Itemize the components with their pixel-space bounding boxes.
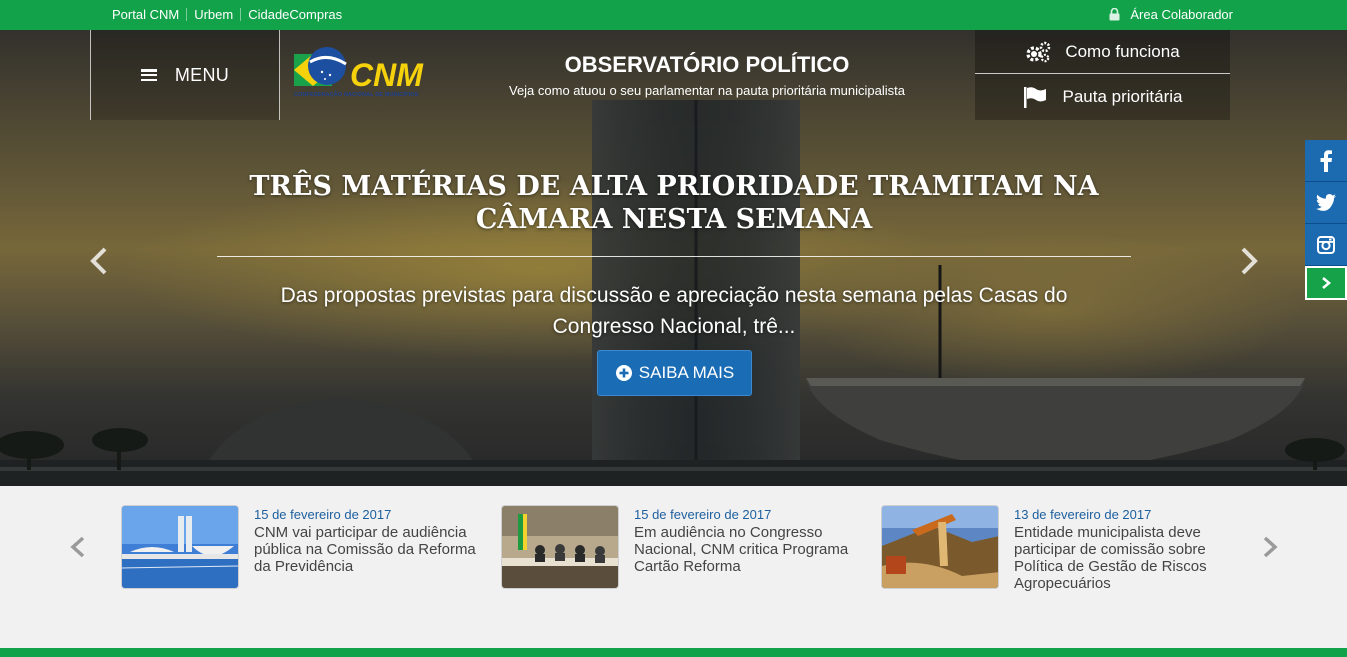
link-cidadecompras[interactable]: CidadeCompras [248, 7, 342, 22]
hero-banner: MENU CNM CONFEDERAÇÃO NACIONAL DE MUNICÍ… [0, 30, 1347, 486]
news-thumbnail [881, 505, 999, 589]
twitter-button[interactable] [1305, 182, 1347, 224]
cnm-logo-mark: CNM [294, 47, 424, 93]
footer-bar [0, 648, 1347, 657]
social-toggle-button[interactable] [1305, 266, 1347, 300]
menu-button[interactable]: MENU [90, 30, 280, 120]
pauta-prioritaria-button[interactable]: Pauta prioritária [975, 75, 1230, 119]
news-carousel: 15 de fevereiro de 2017 CNM vai particip… [0, 486, 1347, 648]
news-thumbnail [121, 505, 239, 589]
news-item[interactable]: 15 de fevereiro de 2017 CNM vai particip… [121, 505, 481, 615]
hero-headline[interactable]: TRÊS MATÉRIAS DE ALTA PRIORIDADE TRAMITA… [217, 170, 1131, 236]
header-actions: Como funciona Pauta prioritária [975, 30, 1230, 120]
news-date: 15 de fevereiro de 2017 [254, 507, 392, 522]
news-item[interactable]: 13 de fevereiro de 2017 Entidade municip… [881, 505, 1241, 615]
menu-label: MENU [174, 64, 230, 85]
link-portal-cnm[interactable]: Portal CNM [112, 7, 179, 22]
news-title[interactable]: CNM vai participar de audiência pública … [254, 524, 479, 575]
hero-summary: Das propostas previstas para discussão e… [280, 284, 1068, 338]
link-urbem[interactable]: Urbem [194, 7, 233, 22]
plus-circle-icon [615, 365, 632, 381]
facebook-button[interactable] [1305, 140, 1347, 182]
saiba-mais-button[interactable]: SAIBA MAIS [597, 350, 752, 396]
chevron-right-icon [1322, 277, 1332, 289]
divider [186, 8, 188, 21]
lock-icon [1109, 8, 1120, 21]
social-sidebar [1305, 140, 1347, 300]
top-links: Portal CNM Urbem CidadeCompras [112, 7, 342, 22]
twitter-icon [1316, 194, 1336, 211]
news-thumbnail [501, 505, 619, 589]
instagram-button[interactable] [1305, 224, 1347, 266]
pauta-prioritaria-label: Pauta prioritária [1062, 87, 1183, 106]
cnm-logo[interactable]: CNM CONFEDERAÇÃO NACIONAL DE MUNICÍPIOS [294, 44, 424, 102]
top-bar: Portal CNM Urbem CidadeCompras Área Cola… [0, 0, 1347, 30]
news-title[interactable]: Entidade municipalista deve participar d… [1014, 524, 1239, 592]
flag-icon [1024, 87, 1047, 108]
hero-next-arrow-icon[interactable] [1238, 246, 1262, 276]
logo-subtitle: CONFEDERAÇÃO NACIONAL DE MUNICÍPIOS [294, 92, 419, 98]
collaborator-area-link[interactable]: Área Colaborador [1109, 7, 1233, 22]
gears-icon [1026, 41, 1051, 62]
collaborator-label: Área Colaborador [1130, 7, 1233, 22]
facebook-icon [1320, 149, 1332, 172]
news-title[interactable]: Em audiência no Congresso Nacional, CNM … [634, 524, 859, 575]
hero-divider [217, 256, 1131, 257]
hamburger-icon [140, 69, 157, 81]
news-date: 13 de fevereiro de 2017 [1014, 507, 1152, 522]
news-next-arrow-icon[interactable] [1260, 535, 1280, 559]
divider [240, 8, 242, 21]
saiba-mais-label: SAIBA MAIS [638, 363, 735, 382]
como-funciona-label: Como funciona [1065, 41, 1180, 61]
hero-prev-arrow-icon[interactable] [86, 246, 110, 276]
logo-text: CNM [350, 57, 424, 92]
instagram-icon [1317, 235, 1335, 254]
news-item[interactable]: 15 de fevereiro de 2017 Em audiência no … [501, 505, 861, 615]
page-subtitle: Veja como atuou o seu parlamentar na pau… [508, 83, 905, 98]
news-date: 15 de fevereiro de 2017 [634, 507, 772, 522]
page-title: OBSERVATÓRIO POLÍTICO [564, 52, 850, 77]
como-funciona-button[interactable]: Como funciona [975, 30, 1230, 74]
news-prev-arrow-icon[interactable] [68, 535, 88, 559]
